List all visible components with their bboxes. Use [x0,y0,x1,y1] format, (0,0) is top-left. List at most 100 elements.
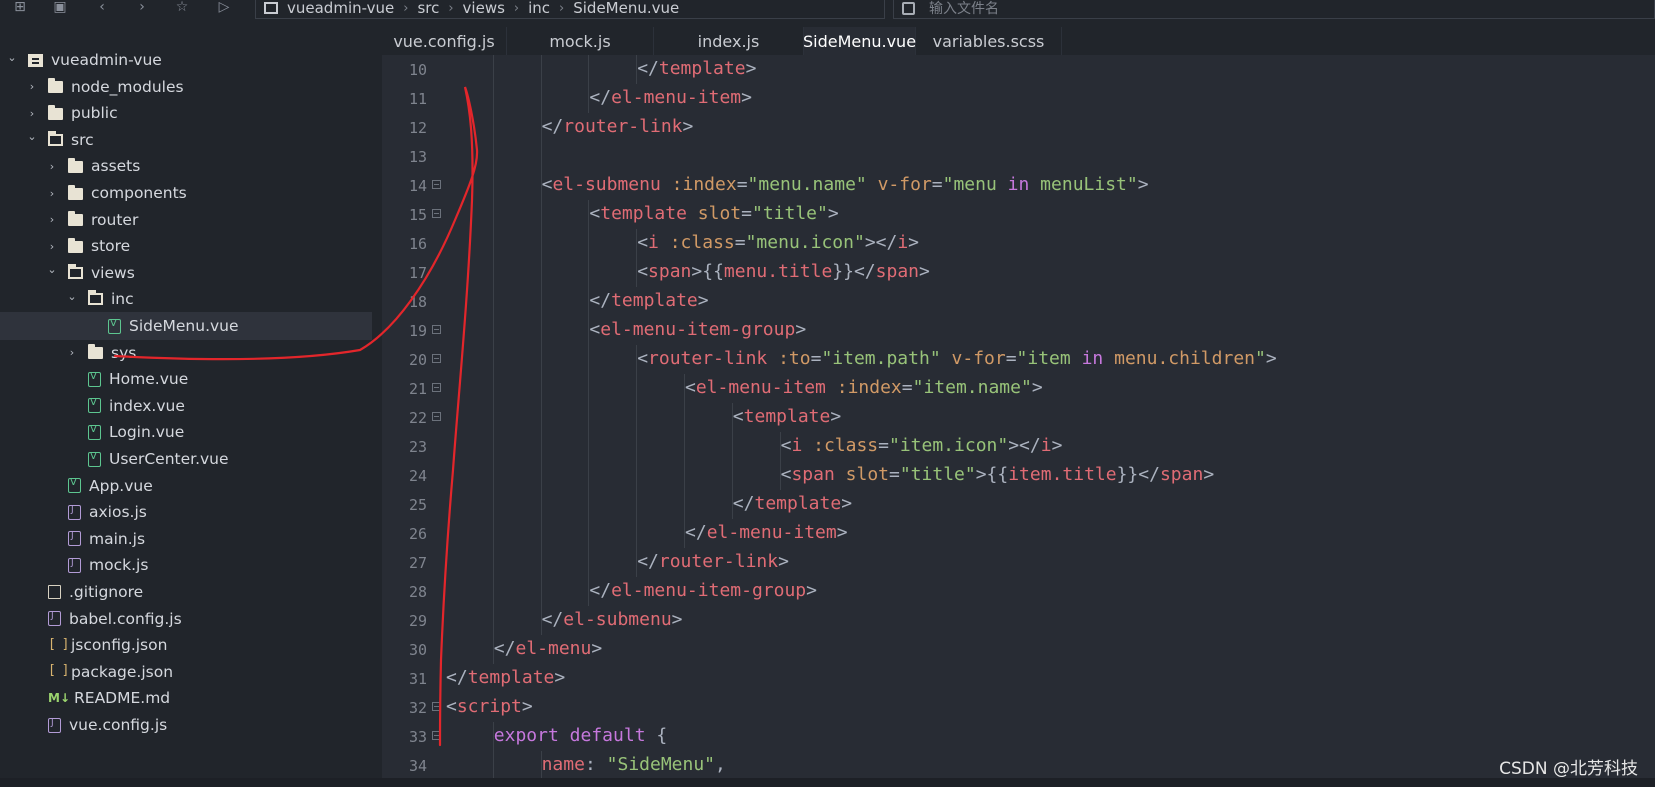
tree-item[interactable]: › node_modules [0,73,372,101]
tree-item[interactable]: babel.config.js [0,605,372,633]
breadcrumb-segment[interactable]: src [417,0,439,17]
chevron-right-icon[interactable]: › [46,213,58,226]
code-line[interactable]: 28 </el-menu-item-group> [382,577,1655,606]
run-icon[interactable]: ▷ [214,0,234,16]
fold-toggle-icon[interactable] [432,180,441,189]
code-token: template [743,406,831,427]
code-line[interactable]: 19 <el-menu-item-group> [382,316,1655,345]
code-line[interactable]: 25 </template> [382,490,1655,519]
fold-toggle-icon[interactable] [432,325,441,334]
tree-item[interactable]: Login.vue [0,418,372,446]
code-line[interactable]: 24 <span slot="title">{{item.title}}</spa… [382,461,1655,490]
tree-item[interactable]: [ ] package.json [0,658,372,686]
code-line[interactable]: 13 [382,142,1655,171]
fold-toggle-icon[interactable] [432,209,441,218]
code-line[interactable]: 34 name: "SideMenu", [382,751,1655,778]
indent-guide [540,55,542,84]
breadcrumb-segment[interactable]: vueadmin-vue [287,0,394,17]
tree-item[interactable]: vue.config.js [0,711,372,739]
breadcrumb-segment[interactable]: SideMenu.vue [573,0,679,17]
chevron-right-icon[interactable]: › [46,160,58,173]
code-token: </ [589,580,612,601]
editor-tab[interactable]: index.js [654,27,804,55]
tree-item[interactable]: .gitignore [0,578,372,606]
code-line[interactable]: 26 </el-menu-item> [382,519,1655,548]
tree-item[interactable]: › public [0,99,372,127]
star-icon[interactable]: ☆ [172,0,192,16]
breadcrumb-segment[interactable]: views [463,0,505,17]
chevron-down-icon[interactable]: ⌄ [66,290,78,303]
code-line[interactable]: 29 </el-submenu> [382,606,1655,635]
tree-item[interactable]: ⌄ inc [0,285,372,313]
editor-tab[interactable]: variables.scss [916,27,1062,55]
editor-tab[interactable]: SideMenu.vue [803,27,916,55]
tree-item[interactable]: › sys [0,339,372,367]
code-line[interactable]: 16 <i :class="menu.icon"></i> [382,229,1655,258]
tree-item[interactable]: ⌄ vueadmin-vue [0,46,372,74]
tree-item[interactable]: Home.vue [0,365,372,393]
tree-item[interactable]: › router [0,206,372,234]
code-line[interactable]: 30 </el-menu> [382,635,1655,664]
chevron-down-icon[interactable]: ⌄ [46,263,58,276]
fold-toggle-icon[interactable] [432,383,441,392]
code-line[interactable]: 32 <script> [382,693,1655,722]
tree-item[interactable]: › assets [0,152,372,180]
tree-item[interactable]: axios.js [0,498,372,526]
code-line[interactable]: 14 <el-submenu :index="menu.name" v-for="… [382,171,1655,200]
code-line[interactable]: 11 </el-menu-item> [382,84,1655,113]
tree-item[interactable]: ⌄ views [0,259,372,287]
code-line[interactable]: 15 <template slot="title"> [382,200,1655,229]
chevron-down-icon[interactable]: ⌄ [26,130,38,143]
fold-toggle-icon[interactable] [432,731,441,740]
chevron-right-icon[interactable]: › [46,240,58,253]
file-tree-icon[interactable]: ⊞ [10,0,30,16]
code-text: <span slot="title">{{item.title}}</span> [781,464,1215,485]
fold-toggle-icon[interactable] [432,412,441,421]
tree-item[interactable]: UserCenter.vue [0,445,372,473]
indent-guide [492,229,494,258]
tree-item[interactable]: ⌄ src [0,126,372,154]
fold-toggle-icon[interactable] [432,702,441,711]
chevron-right-icon[interactable]: › [26,107,38,120]
code-line[interactable]: 12 </router-link> [382,113,1655,142]
tree-item[interactable]: SideMenu.vue [0,312,372,340]
breadcrumb-segment[interactable]: inc [528,0,550,17]
tree-item[interactable]: App.vue [0,472,372,500]
forward-arrow-icon[interactable]: › [132,0,152,16]
code-line[interactable]: 31 </template> [382,664,1655,693]
chevron-down-icon[interactable]: ⌄ [6,51,18,64]
file-search-input[interactable]: 输入文件名 [893,0,1655,19]
code-line[interactable]: 27 </router-link> [382,548,1655,577]
code-line[interactable]: 10 </template> [382,55,1655,84]
code-token: > [745,58,757,79]
tree-item[interactable]: M↓ README.md [0,684,372,712]
editor-tab[interactable]: vue.config.js [382,27,507,55]
tree-item[interactable]: › store [0,232,372,260]
code-line[interactable]: 21 <el-menu-item :index="item.name"> [382,374,1655,403]
tree-item[interactable]: main.js [0,525,372,553]
code-line[interactable]: 17 <span>{{menu.title}}</span> [382,258,1655,287]
tree-item-label: vueadmin-vue [51,51,162,69]
tree-item[interactable]: index.vue [0,392,372,420]
code-token: "title" [899,464,976,485]
tree-item[interactable]: › components [0,179,372,207]
tree-item[interactable]: mock.js [0,551,372,579]
code-line[interactable]: 22 <template> [382,403,1655,432]
tree-item[interactable]: [ ] jsconfig.json [0,631,372,659]
line-number: 17 [408,264,427,282]
chevron-right-icon[interactable]: › [26,80,38,93]
editor-tab[interactable]: mock.js [507,27,654,55]
back-arrow-icon[interactable]: ‹ [92,0,112,16]
folder-open-icon [88,290,103,306]
chevron-right-icon[interactable]: › [46,187,58,200]
save-icon[interactable]: ▣ [50,0,70,16]
chevron-right-icon[interactable]: › [66,346,78,359]
code-line[interactable]: 33 export default { [382,722,1655,751]
code-line[interactable]: 23 <i :class="item.icon"></i> [382,432,1655,461]
code-line[interactable]: 20 <router-link :to="item.path" v-for="it… [382,345,1655,374]
code-line[interactable]: 18 </template> [382,287,1655,316]
code-editor[interactable]: 10 </template> 11 </el-menu-item> 12 </router… [382,55,1655,778]
indent-guide [540,403,542,432]
fold-toggle-icon[interactable] [432,354,441,363]
